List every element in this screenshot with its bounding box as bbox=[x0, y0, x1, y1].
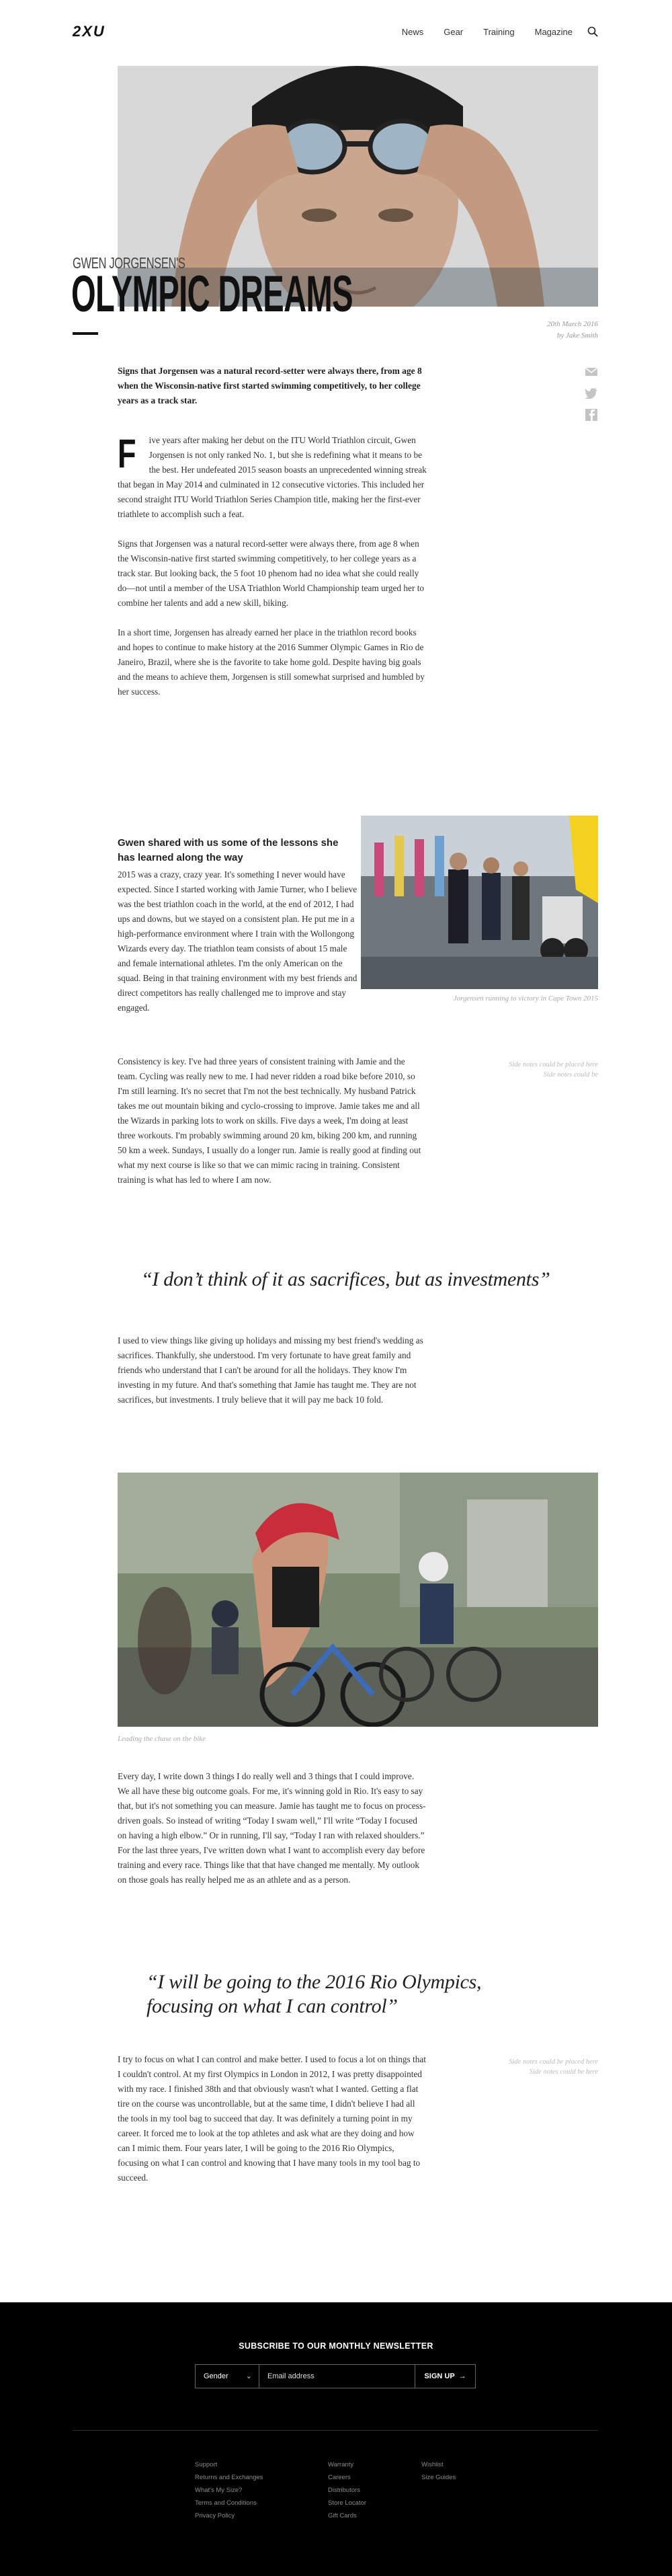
footer-link-wishlist[interactable]: Wishlist bbox=[421, 2458, 456, 2471]
brand-logo[interactable]: 2XU bbox=[73, 24, 106, 39]
email-share-icon[interactable] bbox=[585, 367, 598, 377]
footer-divider bbox=[73, 2430, 598, 2431]
newsletter-title: SUBSCRIBE TO OUR MONTHLY NEWSLETTER bbox=[239, 2341, 433, 2351]
chevron-down-icon: ⌄ bbox=[245, 2372, 252, 2380]
interview-body-1: 2015 was a crazy, crazy year. It's somet… bbox=[118, 867, 360, 1015]
page-title: Olympic Dreams bbox=[71, 266, 353, 323]
footer-link-gift-cards[interactable]: Gift Cards bbox=[328, 2509, 366, 2522]
interview-body-5: I try to focus on what I can control and… bbox=[118, 2052, 427, 2185]
gender-select-label: Gender bbox=[204, 2372, 228, 2380]
side-note-2: Side notes could be placed here Side not… bbox=[509, 2058, 598, 2076]
newsletter-form: Gender ⌄ SIGN UP → bbox=[195, 2364, 476, 2388]
footer-link-support[interactable]: Support bbox=[195, 2458, 263, 2471]
paragraph-1: Five years after making her debut on the… bbox=[118, 433, 427, 522]
race-photo-caption: Jorgensen running to victory in Cape Tow… bbox=[453, 994, 598, 1003]
nav-training[interactable]: Training bbox=[483, 28, 514, 36]
cycling-photo bbox=[118, 1473, 598, 1727]
paragraph-3: In a short time, Jorgensen has already e… bbox=[118, 627, 425, 697]
paragraph-7: Every day, I write down 3 things I do re… bbox=[118, 1771, 426, 1885]
interview-body-4: Every day, I write down 3 things I do re… bbox=[118, 1769, 427, 1887]
footer-link-warranty[interactable]: Warranty bbox=[328, 2458, 366, 2471]
paragraph-8: I try to focus on what I can control and… bbox=[118, 2054, 426, 2183]
twitter-share-icon[interactable] bbox=[585, 388, 598, 399]
footer-links-col-2: Warranty Careers Distributors Store Loca… bbox=[328, 2458, 366, 2522]
site-header: 2XU News Gear Training Magazine bbox=[0, 0, 672, 66]
signup-button-label: SIGN UP bbox=[424, 2372, 455, 2380]
side-note-1: Side notes could be placed here Side not… bbox=[509, 1061, 598, 1079]
footer-links-col-3: Wishlist Size Guides bbox=[421, 2458, 456, 2484]
article-author: by Jake Smith bbox=[556, 331, 598, 340]
footer-link-terms[interactable]: Terms and Conditions bbox=[195, 2497, 263, 2509]
lead-paragraph: Signs that Jorgensen was a natural recor… bbox=[118, 366, 422, 405]
article-body-intro: Signs that Jorgensen was a natural recor… bbox=[118, 364, 427, 699]
paragraph-4: 2015 was a crazy, crazy year. It's somet… bbox=[118, 869, 358, 1013]
nav-news[interactable]: News bbox=[402, 28, 424, 36]
footer-link-distributors[interactable]: Distributors bbox=[328, 2484, 366, 2497]
title-divider bbox=[73, 332, 98, 335]
drop-cap: F bbox=[118, 431, 136, 476]
gender-select[interactable]: Gender ⌄ bbox=[196, 2365, 259, 2388]
section-heading: Gwen shared with us some of the lessons … bbox=[118, 836, 353, 865]
footer-link-returns[interactable]: Returns and Exchanges bbox=[195, 2471, 263, 2484]
cycling-photo-caption: Leading the chase on the bike bbox=[118, 1735, 206, 1743]
article-date: 20th March 2016 bbox=[547, 320, 598, 328]
arrow-right-icon: → bbox=[456, 2372, 466, 2380]
search-icon[interactable] bbox=[587, 26, 598, 37]
footer-links-col-1: Support Returns and Exchanges What's My … bbox=[195, 2458, 263, 2522]
site-footer: SUBSCRIBE TO OUR MONTHLY NEWSLETTER Gend… bbox=[0, 2302, 672, 2576]
footer-link-store-locator[interactable]: Store Locator bbox=[328, 2497, 366, 2509]
pull-quote-2: “I will be going to the 2016 Rio Olympic… bbox=[146, 1971, 482, 2017]
section-subhead: Gwen shared with us some of the lessons … bbox=[118, 837, 339, 863]
interview-body-3: I used to view things like giving up hol… bbox=[118, 1333, 427, 1407]
footer-link-size-guides[interactable]: Size Guides bbox=[421, 2471, 456, 2484]
paragraph-1-text: ive years after making her debut on the … bbox=[118, 435, 427, 519]
footer-link-size[interactable]: What's My Size? bbox=[195, 2484, 263, 2497]
article-meta: 20th March 2016 by Jake Smith bbox=[547, 319, 598, 341]
paragraph-2: Signs that Jorgensen was a natural recor… bbox=[118, 539, 425, 608]
email-input[interactable] bbox=[259, 2365, 415, 2388]
paragraph-5: Consistency is key. I've had three years… bbox=[118, 1056, 421, 1185]
pull-quote-1: “I don’t think of it as sacrifices, but … bbox=[141, 1268, 550, 1290]
race-photo bbox=[361, 816, 598, 989]
footer-link-careers[interactable]: Careers bbox=[328, 2471, 366, 2484]
nav-gear[interactable]: Gear bbox=[444, 28, 463, 36]
interview-body-2: Consistency is key. I've had three years… bbox=[118, 1054, 427, 1187]
footer-link-privacy[interactable]: Privacy Policy bbox=[195, 2509, 263, 2522]
facebook-share-icon[interactable] bbox=[585, 409, 598, 421]
nav-magazine[interactable]: Magazine bbox=[535, 28, 573, 36]
paragraph-6: I used to view things like giving up hol… bbox=[118, 1335, 423, 1405]
main-nav: News Gear Training Magazine bbox=[402, 28, 573, 36]
signup-button[interactable]: SIGN UP → bbox=[415, 2365, 475, 2388]
